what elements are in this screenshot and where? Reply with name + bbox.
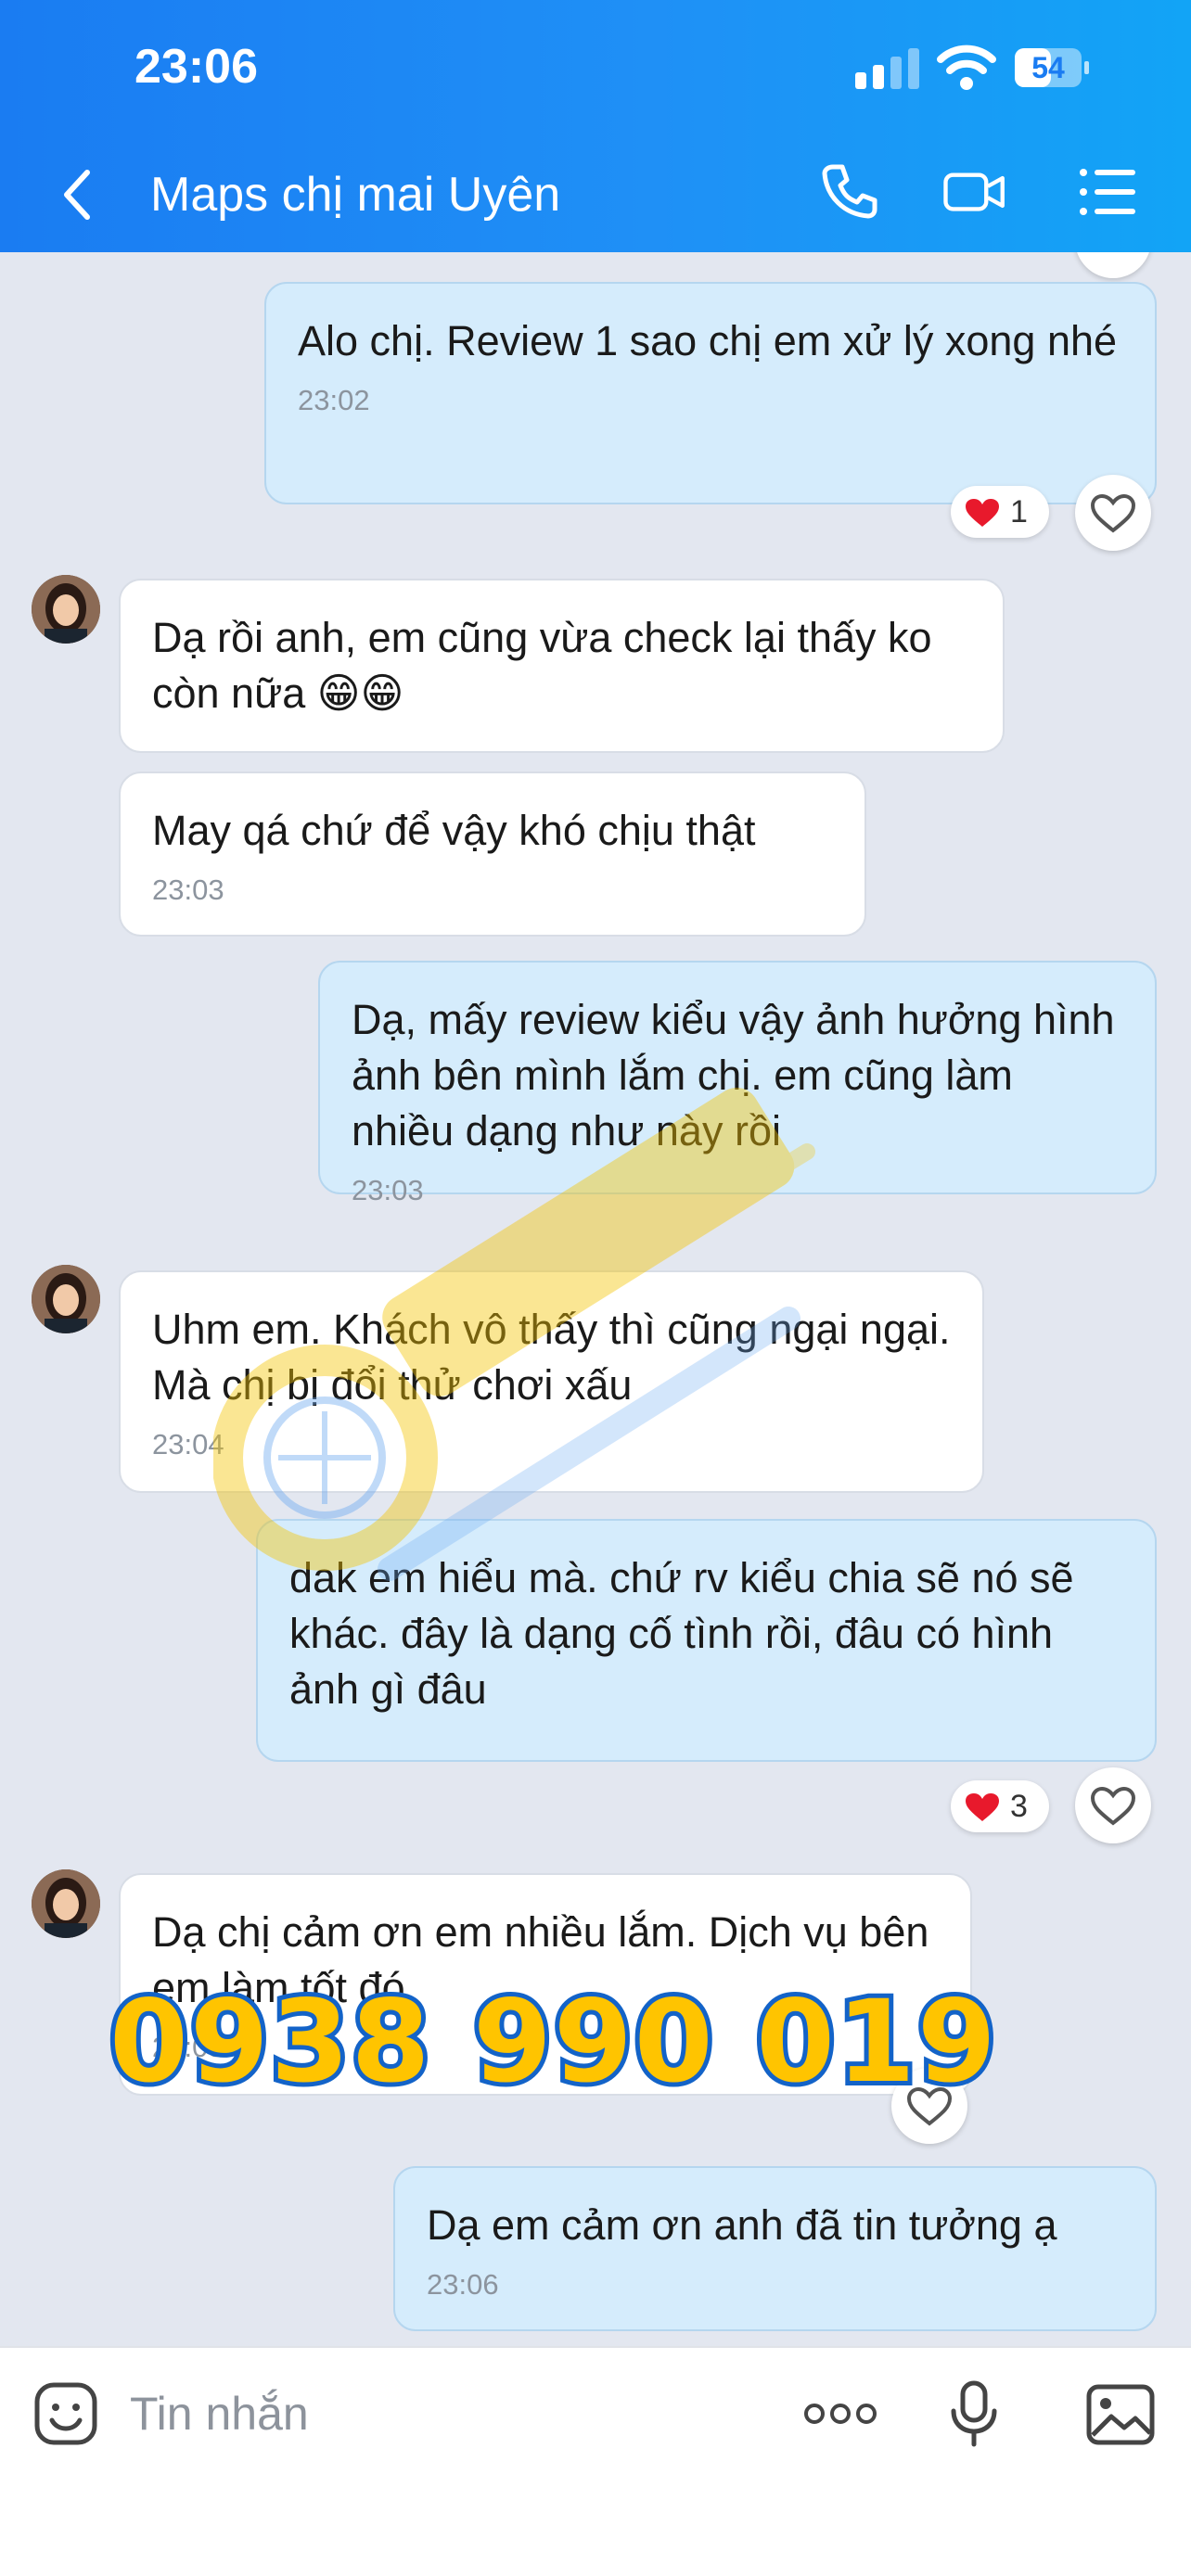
watermark-logo [213,1088,815,1581]
incoming-message[interactable]: Dạ rồi anh, em cũng vừa check lại thấy k… [119,579,1005,753]
battery-percent: 54 [1031,51,1065,84]
avatar[interactable] [32,1265,100,1333]
heart-icon [966,499,999,527]
menu-icon[interactable] [1076,159,1141,224]
heart-reaction-button[interactable] [1075,252,1151,278]
outgoing-message[interactable]: Alo chị. Review 1 sao chị em xử lý xong … [264,282,1157,504]
divider [0,2346,1191,2348]
back-icon[interactable] [56,167,102,223]
avatar[interactable] [32,1869,100,1938]
reaction-count[interactable]: 3 [951,1780,1049,1832]
avatar[interactable] [32,575,100,644]
message-text: Dạ rồi anh, em cũng vừa check lại thấy k… [152,614,932,717]
reaction-count[interactable]: 1 [951,486,1049,538]
heart-outline-icon [1090,1786,1136,1826]
heart-icon [966,1793,999,1821]
battery-indicator: 54 [1015,48,1089,87]
phone-icon[interactable] [816,159,881,224]
top-bar: 23:06 54 Maps chị mai Uyên [0,0,1191,252]
heart-outline-icon [1090,493,1136,533]
avatar-photo-icon [32,1265,100,1333]
phone-number-overlay: 0938 990 019 [105,1972,1001,2111]
video-icon[interactable] [942,159,1007,224]
more-icon[interactable] [803,2397,877,2430]
avatar-photo-icon [32,575,100,644]
incoming-message[interactable]: May qá chứ để vậy khó chịu thật 23:03 [119,772,866,937]
message-input-bar: Tin nhắn [0,2346,1191,2576]
image-icon[interactable] [1085,2383,1156,2446]
cellular-signal-icon [855,48,919,89]
heart-reaction-button[interactable] [1075,475,1151,551]
reaction-number: 3 [1010,1789,1028,1824]
reaction-number: 1 [1010,494,1028,529]
status-time: 23:06 [134,40,258,94]
conversation-title[interactable]: Maps chị mai Uyên [150,167,560,223]
message-time: 23:02 [298,384,370,416]
message-text: Alo chị. Review 1 sao chị em xử lý xong … [298,317,1118,364]
outgoing-message[interactable]: Dạ em cảm ơn anh đã tin tưởng ạ 23:06 [393,2166,1157,2331]
message-list[interactable]: Alo chị. Review 1 sao chị em xử lý xong … [0,252,1191,2346]
message-time: 23:03 [152,874,224,906]
heart-reaction-button[interactable] [1075,1767,1151,1843]
sticker-icon[interactable] [33,2381,98,2446]
message-input[interactable]: Tin nhắn [130,2387,309,2441]
wifi-icon [937,45,996,90]
message-text: Dạ em cảm ơn anh đã tin tưởng ạ [427,2201,1057,2249]
message-text: May qá chứ để vậy khó chịu thật [152,807,756,854]
microphone-icon[interactable] [946,2379,1002,2450]
avatar-photo-icon [32,1869,100,1938]
message-time: 23:06 [427,2268,499,2301]
